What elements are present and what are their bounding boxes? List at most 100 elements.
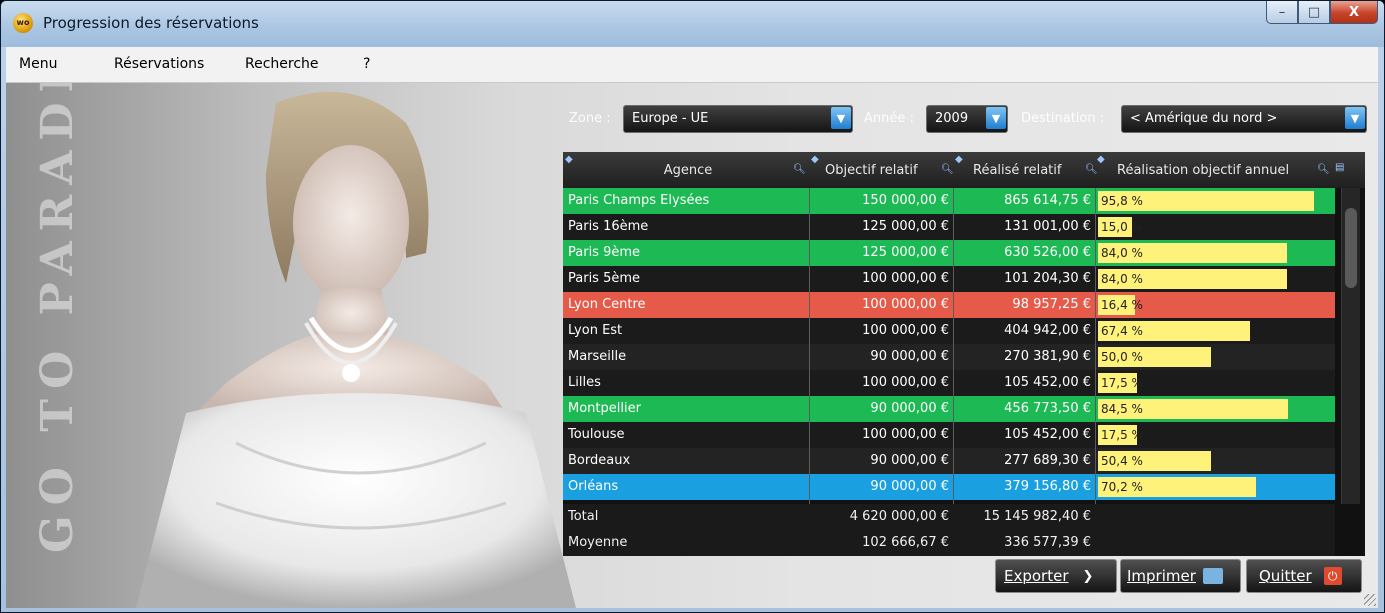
objective-cell: 100 000,00 € [862, 297, 949, 312]
realized-cell: 379 156,80 € [1004, 479, 1091, 494]
realized-cell: 105 452,00 € [1004, 375, 1091, 390]
background-slogan: GO TO PARADISE [32, 83, 83, 553]
realized-cell: 101 204,30 € [1004, 271, 1091, 286]
power-icon: ⏻ [1323, 567, 1342, 585]
minimize-button[interactable]: – [1266, 1, 1298, 24]
objective-cell: 90 000,00 € [870, 479, 949, 494]
realized-cell: 404 942,00 € [1004, 323, 1091, 338]
table-row[interactable]: Lyon Centre 100 000,00 € 98 957,25 € 16,4 % [563, 292, 1335, 318]
zone-label: Zone : [569, 111, 611, 126]
realized-cell: 131 001,00 € [1004, 219, 1091, 234]
table-row[interactable]: Bordeaux 90 000,00 € 277 689,30 € 50,4 % [563, 448, 1335, 474]
year-chevron-down-icon[interactable]: ▼ [986, 107, 1006, 129]
table-row[interactable]: Montpellier 90 000,00 € 456 773,50 € 84,5 % [563, 396, 1335, 422]
year-value: 2009 [935, 111, 969, 126]
agency-cell: Paris 5ème [568, 271, 641, 286]
year-select[interactable]: 2009 ▼ [926, 105, 1008, 133]
table-header: ◆ Agence 🔍︎ ◆ Objectif relatif 🔍︎ ◆ Réal… [563, 152, 1365, 188]
percent-label: 84,5 % [1101, 402, 1143, 416]
agency-cell: Lilles [568, 375, 601, 390]
average-row: Moyenne 102 666,67 € 336 577,39 € [563, 530, 1335, 556]
table-row[interactable]: Toulouse 100 000,00 € 105 452,00 € 17,5 % [563, 422, 1335, 448]
total-objective: 4 620 000,00 € [849, 509, 949, 524]
objective-cell: 125 000,00 € [862, 219, 949, 234]
percent-label: 50,4 % [1101, 454, 1143, 468]
agency-cell: Paris Champs Elysées [568, 193, 710, 208]
realized-cell: 865 614,75 € [1004, 193, 1091, 208]
realized-cell: 270 381,90 € [1004, 349, 1091, 364]
magnifier-icon[interactable]: 🔍︎ [793, 164, 806, 175]
double-chevron-down-icon: ❯ [1082, 568, 1094, 584]
title-bar[interactable]: wo Progression des réservations – □ X [1, 1, 1384, 47]
percent-label: 95,8 % [1101, 194, 1143, 208]
destination-value: < Amérique du nord > [1130, 111, 1278, 126]
menu-item-recherche[interactable]: Recherche [245, 56, 319, 72]
average-label: Moyenne [568, 535, 628, 550]
realized-cell: 105 452,00 € [1004, 427, 1091, 442]
model-photo [136, 91, 576, 608]
magnifier-icon[interactable]: 🔍︎ [1317, 164, 1330, 175]
scrollbar-thumb[interactable] [1345, 208, 1357, 288]
menu-item-menu[interactable]: Menu [19, 56, 57, 72]
table-row[interactable]: Lyon Est 100 000,00 € 404 942,00 € 67,4 % [563, 318, 1335, 344]
percent-label: 17,5 % [1101, 376, 1143, 390]
percent-label: 84,0 % [1101, 272, 1143, 286]
sort-icon[interactable]: ◆ [1097, 154, 1105, 165]
average-objective: 102 666,67 € [862, 535, 949, 550]
objective-cell: 125 000,00 € [862, 245, 949, 260]
agency-cell: Paris 9ème [568, 245, 641, 260]
realized-cell: 277 689,30 € [1004, 453, 1091, 468]
table-row[interactable]: Paris 9ème 125 000,00 € 630 526,00 € 84,0 % [563, 240, 1335, 266]
column-header-agency[interactable]: Agence [568, 152, 808, 188]
menu-item-help[interactable]: ? [363, 56, 370, 72]
table-row[interactable]: Paris 5ème 100 000,00 € 101 204,30 € 84,0 % [563, 266, 1335, 292]
magnifier-icon[interactable]: 🔍︎ [1085, 164, 1098, 175]
total-label: Total [568, 509, 599, 524]
year-label: Année : [864, 111, 914, 126]
maximize-button[interactable]: □ [1298, 1, 1330, 24]
destination-label: Destination : [1021, 111, 1105, 126]
agency-cell: Bordeaux [568, 453, 631, 468]
reservations-table: ◆ Agence 🔍︎ ◆ Objectif relatif 🔍︎ ◆ Réal… [563, 152, 1365, 556]
table-row[interactable]: Marseille 90 000,00 € 270 381,90 € 50,0 % [563, 344, 1335, 370]
close-button[interactable]: X [1330, 1, 1378, 24]
objective-cell: 90 000,00 € [870, 401, 949, 416]
column-header-realized[interactable]: Réalisé relatif [973, 152, 1091, 188]
printer-icon [1202, 568, 1223, 584]
zone-select[interactable]: Europe - UE ▼ [623, 105, 853, 133]
objective-cell: 90 000,00 € [870, 453, 949, 468]
agency-cell: Orléans [568, 479, 619, 494]
agency-cell: Lyon Centre [568, 297, 646, 312]
quit-label: Quitter [1259, 567, 1312, 585]
objective-cell: 100 000,00 € [862, 323, 949, 338]
column-picker-icon[interactable]: ▤ [1335, 162, 1344, 173]
percent-label: 70,2 % [1101, 480, 1143, 494]
window-title: Progression des réservations [43, 14, 259, 32]
zone-chevron-down-icon[interactable]: ▼ [831, 107, 851, 129]
destination-chevron-down-icon[interactable]: ▼ [1345, 107, 1365, 129]
resize-grip[interactable] [1364, 594, 1376, 606]
table-row[interactable]: Lilles 100 000,00 € 105 452,00 € 17,5 % [563, 370, 1335, 396]
menu-item-reservations[interactable]: Réservations [114, 56, 204, 72]
agency-cell: Paris 16ème [568, 219, 649, 234]
realized-cell: 456 773,50 € [1004, 401, 1091, 416]
objective-cell: 100 000,00 € [862, 427, 949, 442]
percent-label: 15,0 % [1101, 220, 1143, 234]
export-button[interactable]: Exporter ❯ [995, 559, 1117, 593]
percent-label: 67,4 % [1101, 324, 1143, 338]
table-row[interactable]: Paris 16ème 125 000,00 € 131 001,00 € 15,0 … [563, 214, 1335, 240]
destination-select[interactable]: < Amérique du nord > ▼ [1121, 105, 1367, 133]
objective-cell: 100 000,00 € [862, 271, 949, 286]
print-button[interactable]: Imprimer [1120, 559, 1241, 593]
quit-button[interactable]: Quitter ⏻ [1246, 559, 1362, 593]
percent-label: 84,0 % [1101, 246, 1143, 260]
magnifier-icon[interactable]: 🔍︎ [941, 164, 954, 175]
sort-icon[interactable]: ◆ [811, 154, 819, 165]
percent-label: 17,5 % [1101, 428, 1143, 442]
column-header-objective[interactable]: Objectif relatif [825, 152, 945, 188]
column-header-annual-goal[interactable]: Réalisation objectif annuel [1117, 152, 1317, 188]
vertical-scrollbar[interactable] [1341, 188, 1360, 504]
table-row[interactable]: Paris Champs Elysées 150 000,00 € 865 614,… [563, 188, 1335, 214]
sort-icon[interactable]: ◆ [955, 154, 963, 165]
table-row[interactable]: Orléans 90 000,00 € 379 156,80 € 70,2 % [563, 474, 1335, 500]
